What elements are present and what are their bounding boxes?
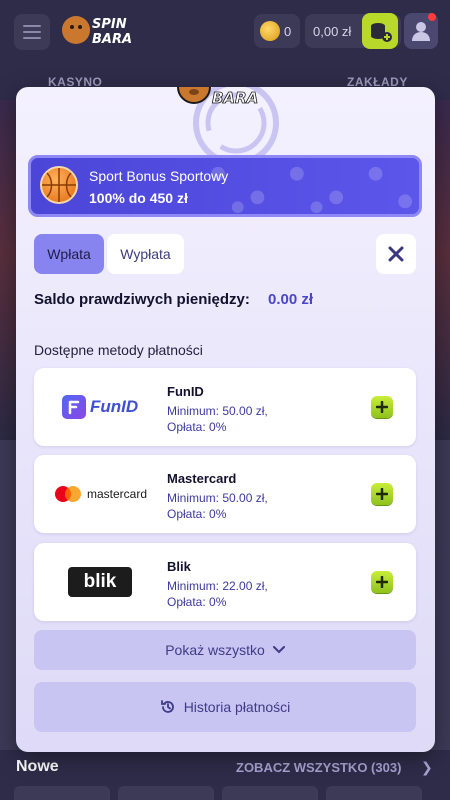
wallet-balance-value: 0,00 zł — [313, 23, 352, 39]
chevron-right-icon: ❯ — [421, 759, 433, 775]
method-minimum: Minimum: 50.00 zł, — [167, 404, 268, 418]
notification-badge — [428, 13, 436, 21]
method-fee: Opłata: 0% — [167, 595, 227, 609]
modal-logo: SPIN BARA — [177, 87, 259, 107]
game-card[interactable] — [222, 786, 318, 800]
blik-logo: blik — [52, 567, 152, 597]
funid-logo: FunID — [52, 392, 152, 422]
payment-methods-title: Dostępne metody płatności — [34, 342, 203, 358]
method-minimum: Minimum: 22.00 zł, — [167, 579, 268, 593]
coin-icon — [260, 21, 280, 41]
payment-history-label: Historia płatności — [183, 699, 291, 715]
coins-value: 0 — [284, 23, 292, 39]
bonus-description: 100% do 450 zł — [89, 190, 188, 206]
coins-stack-icon — [371, 23, 392, 42]
menu-icon[interactable] — [14, 14, 50, 50]
new-games-heading: Nowe — [16, 758, 59, 775]
payment-method-mastercard[interactable]: mastercard Mastercard Minimum: 50.00 zł,… — [34, 455, 416, 533]
bonus-title: Sport Bonus Sportowy — [89, 168, 229, 184]
mastercard-logo: mastercard — [52, 479, 152, 509]
history-icon — [160, 700, 174, 713]
tab-withdraw[interactable]: Wypłata — [107, 234, 184, 274]
real-money-balance-label: Saldo prawdziwych pieniędzy: — [34, 291, 250, 308]
svg-text:SPIN: SPIN — [92, 17, 127, 32]
method-minimum: Minimum: 50.00 zł, — [167, 491, 268, 505]
method-fee: Opłata: 0% — [167, 420, 227, 434]
header-logo[interactable]: SPIN BARA — [60, 10, 160, 50]
sport-bonus-banner[interactable]: Sport Bonus Sportowy 100% do 450 zł — [28, 155, 422, 217]
mastercard-logo-text: mastercard — [87, 487, 148, 501]
coins-balance[interactable]: 0 — [254, 14, 300, 48]
method-name: FunID — [167, 384, 204, 399]
basketball-icon — [40, 166, 78, 204]
bonus-pattern — [211, 166, 413, 214]
payment-modal: SPIN BARA Sport Bonus Sportowy 100% do 4… — [16, 87, 435, 752]
svg-text:BARA: BARA — [212, 89, 258, 107]
funid-logo-text: FunID — [90, 397, 139, 416]
add-icon[interactable] — [371, 396, 393, 418]
real-money-balance-value: 0.00 zł — [268, 291, 314, 308]
add-icon[interactable] — [371, 571, 393, 593]
see-all-link[interactable]: ZOBACZ WSZYSTKO (303) — [236, 760, 401, 775]
method-name: Blik — [167, 559, 191, 574]
show-all-button[interactable]: Pokaż wszystko — [34, 630, 416, 670]
payment-method-blik[interactable]: blik Blik Minimum: 22.00 zł, Opłata: 0% — [34, 543, 416, 621]
tab-deposit[interactable]: Wpłata — [34, 234, 104, 274]
game-card[interactable] — [14, 786, 110, 800]
close-button[interactable] — [376, 234, 416, 274]
method-name: Mastercard — [167, 471, 237, 486]
game-card[interactable] — [118, 786, 214, 800]
payment-method-funid[interactable]: FunID FunID Minimum: 50.00 zł, Opłata: 0… — [34, 368, 416, 446]
close-icon — [388, 246, 404, 262]
svg-text:BARA: BARA — [92, 32, 132, 47]
show-all-label: Pokaż wszystko — [165, 642, 265, 658]
method-fee: Opłata: 0% — [167, 507, 227, 521]
game-card[interactable] — [326, 786, 422, 800]
payment-history-button[interactable]: Historia płatności — [34, 682, 416, 732]
deposit-button[interactable] — [362, 13, 398, 49]
chevron-down-icon — [272, 646, 285, 654]
blik-logo-text: blik — [68, 567, 132, 597]
add-icon[interactable] — [371, 483, 393, 505]
